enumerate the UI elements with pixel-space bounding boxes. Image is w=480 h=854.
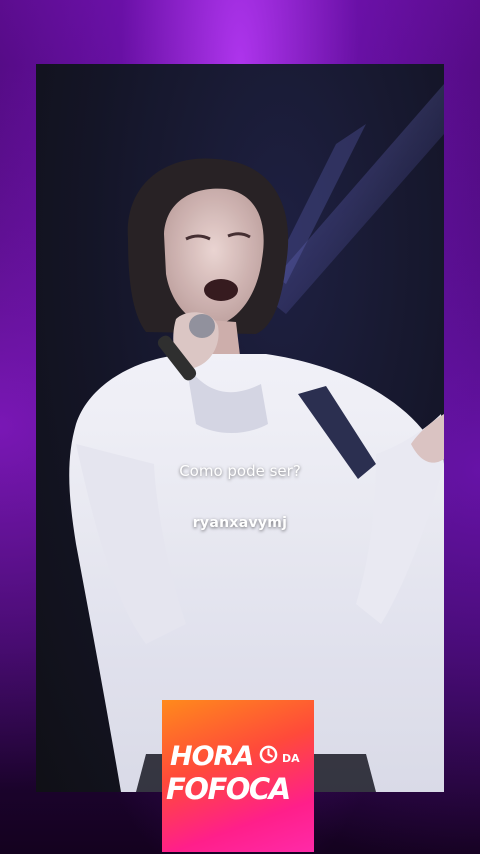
app-frame: Como pode ser? ryanxavymj HORA DA FOFOCA	[0, 0, 480, 854]
logo-word-fofoca: FOFOCA	[166, 772, 291, 806]
video-frame-illustration	[36, 64, 444, 792]
username-watermark: ryanxavymj	[192, 515, 288, 531]
video-player[interactable]: Como pode ser? ryanxavymj	[36, 64, 444, 792]
video-caption: Como pode ser?	[179, 462, 301, 480]
brand-logo: HORA DA FOFOCA	[162, 700, 314, 852]
clock-icon	[259, 745, 278, 764]
logo-word-da: DA	[282, 752, 300, 765]
logo-word-hora: HORA	[170, 741, 254, 772]
